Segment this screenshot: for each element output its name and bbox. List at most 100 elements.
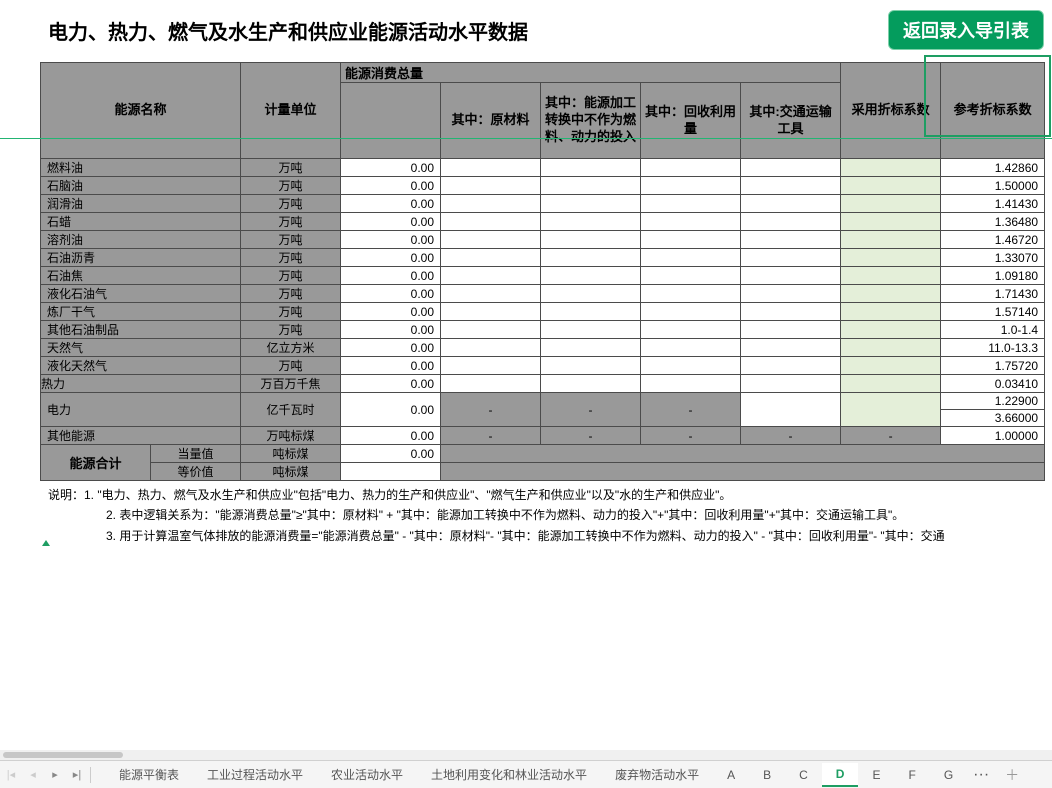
- table-row: 石油沥青万吨0.001.33070: [41, 249, 1045, 267]
- col-h1: 其中：原材料: [441, 83, 541, 159]
- freeze-line: [0, 138, 1052, 139]
- row-val[interactable]: 0.00: [341, 177, 441, 195]
- row-val[interactable]: 0.00: [341, 159, 441, 177]
- nav-last-icon[interactable]: ▸|: [66, 763, 88, 787]
- row-unit: 万吨: [241, 159, 341, 177]
- row-val[interactable]: 0.00: [341, 339, 441, 357]
- col-unit: 计量单位: [241, 63, 341, 159]
- tab-g[interactable]: G: [930, 764, 967, 786]
- col-name: 能源名称: [41, 63, 241, 159]
- row-ref: 1.0-1.4: [941, 321, 1045, 339]
- table-row: 溶剂油万吨0.00 1.46720: [41, 231, 1045, 249]
- col-fold: 采用折标系数: [841, 63, 941, 159]
- row-name: 热力: [41, 375, 241, 393]
- row-val[interactable]: 0.00: [341, 357, 441, 375]
- row-ref: 1.09180: [941, 267, 1045, 285]
- row-name: 液化天然气: [41, 357, 241, 375]
- row-unit: 万百万千焦: [241, 375, 341, 393]
- table-row: 其他石油制品万吨0.00 1.0-1.4: [41, 321, 1045, 339]
- tab-industrial[interactable]: 工业过程活动水平: [193, 762, 317, 787]
- row-ref: 0.03410: [941, 375, 1045, 393]
- row-unit: 万吨: [241, 231, 341, 249]
- row-name: 石脑油: [41, 177, 241, 195]
- row-val[interactable]: 0.00: [341, 303, 441, 321]
- row-name: 石蜡: [41, 213, 241, 231]
- row-ref: 11.0-13.3: [941, 339, 1045, 357]
- row-val[interactable]: 0.00: [341, 285, 441, 303]
- table-row: 其他能源 万吨标煤 0.00 - - - - - 1.00000: [41, 427, 1045, 445]
- note-2: 2. 表中逻辑关系为："能源消费总量"≥"其中：原材料" + "其中：能源加工转…: [48, 505, 1052, 525]
- table-row: 能源合计 当量值 吨标煤 0.00: [41, 445, 1045, 463]
- row-val[interactable]: 0.00: [341, 267, 441, 285]
- row-val[interactable]: 0.00: [341, 375, 441, 393]
- row-name: 溶剂油: [41, 231, 241, 249]
- table-row: 电力 亿千瓦时 0.00 - - - 1.22900: [41, 393, 1045, 410]
- row-ref: 1.33070: [941, 249, 1045, 267]
- tab-f[interactable]: F: [894, 764, 929, 786]
- table-row: 液化天然气万吨0.001.75720: [41, 357, 1045, 375]
- row-name: 燃料油: [41, 159, 241, 177]
- page-title: 电力、热力、燃气及水生产和供应业能源活动水平数据: [48, 16, 528, 45]
- row-ref: 1.75720: [941, 357, 1045, 375]
- row-val[interactable]: 0.00: [341, 321, 441, 339]
- row-val[interactable]: 0.00: [341, 249, 441, 267]
- tab-waste[interactable]: 废弃物活动水平: [601, 762, 713, 787]
- row-name: 其他石油制品: [41, 321, 241, 339]
- note-1: 说明：1. "电力、热力、燃气及水生产和供应业"包括"电力、热力的生产和供应业"…: [48, 485, 1052, 505]
- row-ref: 1.46720: [941, 231, 1045, 249]
- row-unit: 万吨: [241, 321, 341, 339]
- table-row: 燃料油万吨0.00 1.42860: [41, 159, 1045, 177]
- table-row: 热力万百万千焦0.00 0.03410: [41, 375, 1045, 393]
- horizontal-scrollbar[interactable]: [0, 750, 1052, 760]
- row-name: 电力: [41, 393, 241, 427]
- table-row: 石脑油万吨0.001.50000: [41, 177, 1045, 195]
- nav-first-icon[interactable]: |◂: [0, 763, 22, 787]
- tab-land-use[interactable]: 土地利用变化和林业活动水平: [417, 762, 601, 787]
- col-ref: 参考折标系数: [941, 63, 1045, 159]
- row-val[interactable]: 0.00: [341, 213, 441, 231]
- sheet-tab-bar: |◂ ◂ ▸ ▸| 能源平衡表 工业过程活动水平 农业活动水平 土地利用变化和林…: [0, 760, 1052, 788]
- row-ref: 1.41430: [941, 195, 1045, 213]
- row-name: 液化石油气: [41, 285, 241, 303]
- row-ref: 1.42860: [941, 159, 1045, 177]
- tab-c[interactable]: C: [785, 764, 822, 786]
- row-unit: 万吨: [241, 285, 341, 303]
- tab-a[interactable]: A: [713, 764, 749, 786]
- row-val[interactable]: 0.00: [341, 393, 441, 427]
- table-row: 液化石油气万吨0.001.71430: [41, 285, 1045, 303]
- table-row: 天然气亿立方米0.0011.0-13.3: [41, 339, 1045, 357]
- tab-e[interactable]: E: [858, 764, 894, 786]
- total-label: 能源合计: [41, 445, 151, 481]
- note-3: 3. 用于计算温室气体排放的能源消费量="能源消费总量" - "其中：原材料"-…: [48, 526, 1052, 546]
- col-h2: 其中：能源加工转换中不作为燃料、动力的投入: [541, 83, 641, 159]
- scrollbar-thumb[interactable]: [3, 752, 123, 758]
- nav-prev-icon[interactable]: ◂: [22, 763, 44, 787]
- row-val[interactable]: 0.00: [341, 195, 441, 213]
- tab-d[interactable]: D: [822, 763, 859, 787]
- tab-agriculture[interactable]: 农业活动水平: [317, 762, 417, 787]
- table-row: 石蜡万吨0.00 1.36480: [41, 213, 1045, 231]
- nav-next-icon[interactable]: ▸: [44, 763, 66, 787]
- energy-data-table: 能源名称 计量单位 能源消费总量 采用折标系数 参考折标系数 其中：原材料 其中…: [40, 62, 1045, 481]
- tab-add-icon[interactable]: ＋: [995, 765, 1029, 785]
- col-total: 能源消费总量: [341, 63, 841, 83]
- row-unit: 万吨: [241, 303, 341, 321]
- row-ref: 1.57140: [941, 303, 1045, 321]
- row-val[interactable]: 0.00: [341, 231, 441, 249]
- notes-block: 说明：1. "电力、热力、燃气及水生产和供应业"包括"电力、热力的生产和供应业"…: [0, 481, 1052, 546]
- tab-energy-balance[interactable]: 能源平衡表: [105, 762, 193, 787]
- back-button[interactable]: 返回录入导引表: [888, 10, 1044, 50]
- table-row: 润滑油万吨0.001.41430: [41, 195, 1045, 213]
- row-unit: 亿千瓦时: [241, 393, 341, 427]
- row-name: 石油焦: [41, 267, 241, 285]
- row-ref: 1.36480: [941, 213, 1045, 231]
- row-name: 润滑油: [41, 195, 241, 213]
- row-name: 其他能源: [41, 427, 241, 445]
- row-unit: 万吨: [241, 213, 341, 231]
- row-name: 石油沥青: [41, 249, 241, 267]
- row-name: 天然气: [41, 339, 241, 357]
- row-unit: 万吨: [241, 267, 341, 285]
- table-row: 石油焦万吨0.00 1.09180: [41, 267, 1045, 285]
- tab-b[interactable]: B: [749, 764, 785, 786]
- tab-more-icon[interactable]: ···: [967, 766, 995, 784]
